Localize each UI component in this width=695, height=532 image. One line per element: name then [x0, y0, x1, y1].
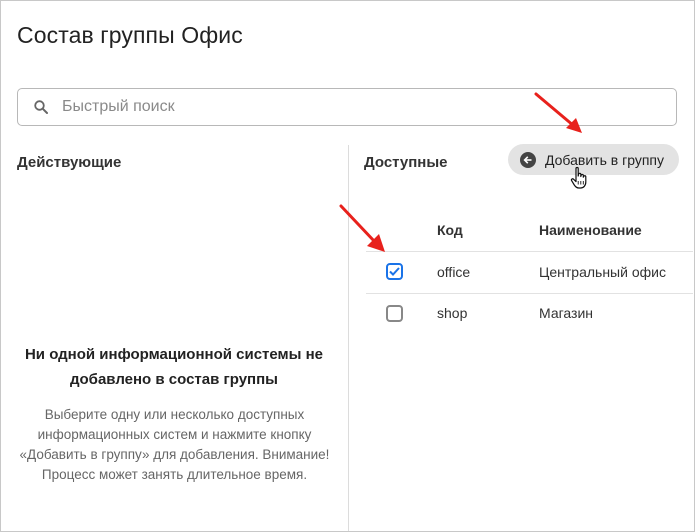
search-field[interactable]: Быстрый поиск [17, 88, 677, 126]
checkmark-icon [389, 267, 400, 276]
table-header-divider [366, 251, 693, 252]
column-header-code[interactable]: Код [437, 222, 463, 238]
arrow-left-circle-icon [520, 151, 536, 168]
search-input[interactable]: Быстрый поиск [62, 98, 175, 116]
add-to-group-label: Добавить в группу [545, 151, 664, 168]
active-section-title: Действующие [17, 154, 122, 171]
table-cell-name: Магазин [539, 305, 594, 321]
available-section-title: Доступные [364, 154, 448, 171]
page-title: Состав группы Офис [17, 22, 243, 48]
hand-cursor-icon [570, 166, 587, 189]
add-to-group-button[interactable]: Добавить в группу [508, 144, 679, 175]
row-checkbox-shop[interactable] [386, 305, 403, 322]
row-checkbox-office[interactable] [386, 263, 403, 280]
table-cell-code: shop [437, 305, 468, 321]
table-row-divider [366, 293, 693, 294]
column-divider [348, 145, 349, 531]
empty-state-title: Ни одной информационной системы не добав… [24, 346, 324, 388]
empty-state-description: Выберите одну или несколько доступных ин… [19, 407, 330, 482]
search-icon [34, 100, 48, 114]
table-cell-name: Центральный офис [539, 264, 666, 280]
column-header-name[interactable]: Наименование [539, 222, 642, 238]
table-cell-code: office [437, 264, 471, 280]
